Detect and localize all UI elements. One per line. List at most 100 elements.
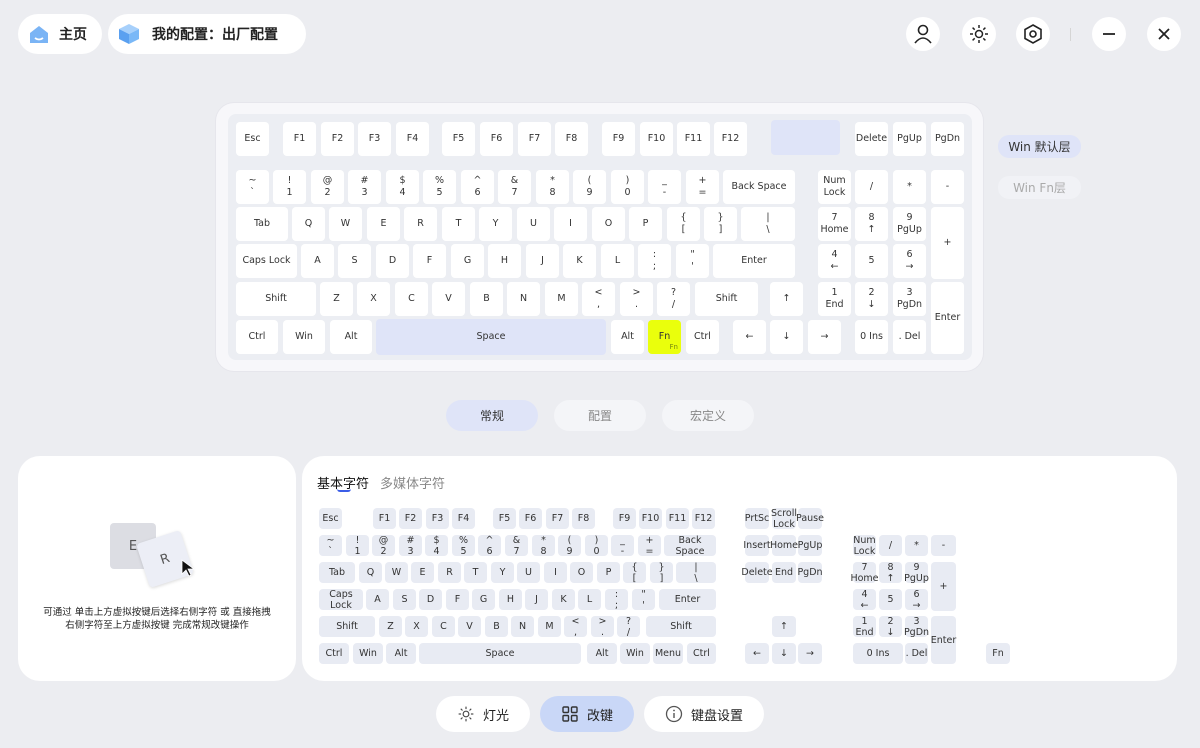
tab-media-chars[interactable]: 多媒体字符 — [380, 473, 445, 492]
b-lctrl[interactable]: Ctrl — [319, 643, 349, 664]
k-slash[interactable]: ? / — [657, 282, 690, 316]
k-np-slash[interactable]: / — [855, 170, 888, 204]
b-prtsc[interactable]: PrtSc — [745, 508, 769, 529]
k-k[interactable]: K — [563, 244, 596, 278]
k-lshift[interactable]: Shift — [236, 282, 316, 316]
b-a[interactable]: A — [366, 589, 389, 610]
k-rctrl[interactable]: Ctrl — [686, 320, 719, 354]
brightness-icon[interactable] — [962, 17, 996, 51]
b-f1[interactable]: F1 — [373, 508, 396, 529]
b-q[interactable]: Q — [359, 562, 382, 583]
layer-win-default[interactable]: Win 默认层 — [998, 135, 1081, 158]
k-np-enter[interactable]: Enter — [931, 282, 964, 354]
b-0[interactable]: ) 0 — [585, 535, 608, 557]
b-ralt[interactable]: Alt — [587, 643, 617, 664]
b-np1[interactable]: 1 End — [853, 616, 876, 638]
k-f1[interactable]: F1 — [283, 122, 316, 156]
k-numlock[interactable]: Num Lock — [818, 170, 851, 204]
b-9[interactable]: ( 9 — [558, 535, 581, 557]
b-f8[interactable]: F8 — [572, 508, 595, 529]
k-s[interactable]: S — [338, 244, 371, 278]
k-f8[interactable]: F8 — [555, 122, 588, 156]
b-up[interactable]: ↑ — [772, 616, 796, 637]
b-l[interactable]: L — [578, 589, 601, 610]
b-b[interactable]: B — [485, 616, 508, 637]
b-backslash[interactable]: | \ — [676, 562, 716, 584]
k-capslock[interactable]: Caps Lock — [236, 244, 297, 278]
b-np-enter[interactable]: Enter — [931, 616, 956, 664]
b-lbracket[interactable]: { [ — [623, 562, 646, 584]
b-pgdn[interactable]: PgDn — [797, 562, 823, 583]
b-pgup[interactable]: PgUp — [798, 535, 822, 556]
b-f12[interactable]: F12 — [692, 508, 715, 529]
b-np-slash[interactable]: / — [879, 535, 902, 556]
k-d[interactable]: D — [376, 244, 409, 278]
b-rwin[interactable]: Win — [620, 643, 650, 664]
b-home[interactable]: Home — [770, 535, 798, 556]
k-9[interactable]: ( 9 — [573, 170, 606, 204]
b-lalt[interactable]: Alt — [386, 643, 416, 664]
close-icon[interactable] — [1147, 17, 1181, 51]
home-button[interactable]: 主页 — [18, 14, 102, 54]
k-i[interactable]: I — [554, 207, 587, 241]
k-np4[interactable]: 4 ← — [818, 244, 851, 278]
k-f[interactable]: F — [413, 244, 446, 278]
b-rctrl[interactable]: Ctrl — [687, 643, 716, 664]
k-tilde[interactable]: ~ ` — [236, 170, 269, 204]
keyboard-settings-button[interactable]: 键盘设置 — [644, 696, 764, 732]
b-esc[interactable]: Esc — [319, 508, 342, 529]
b-8[interactable]: * 8 — [532, 535, 555, 557]
b-t[interactable]: T — [464, 562, 487, 583]
k-np5[interactable]: 5 — [855, 244, 888, 278]
b-rbracket[interactable]: } ] — [650, 562, 673, 584]
b-pause[interactable]: Pause — [796, 508, 824, 529]
k-f9[interactable]: F9 — [602, 122, 635, 156]
k-lalt[interactable]: Alt — [330, 320, 372, 354]
b-f6[interactable]: F6 — [519, 508, 542, 529]
k-np3[interactable]: 3 PgDn — [893, 282, 926, 316]
k-f4[interactable]: F4 — [396, 122, 429, 156]
b-1[interactable]: ! 1 — [346, 535, 369, 557]
b-y[interactable]: Y — [491, 562, 514, 583]
k-g[interactable]: G — [451, 244, 484, 278]
tab-config[interactable]: 配置 — [554, 400, 646, 431]
b-delete[interactable]: Delete — [741, 562, 773, 583]
b-f[interactable]: F — [446, 589, 469, 610]
b-np-minus[interactable]: - — [931, 535, 956, 556]
k-0[interactable]: ) 0 — [611, 170, 644, 204]
b-space[interactable]: Space — [419, 643, 581, 664]
k-np8[interactable]: 8 ↑ — [855, 207, 888, 241]
k-2[interactable]: @ 2 — [311, 170, 344, 204]
b-2[interactable]: @ 2 — [372, 535, 395, 557]
settings-hex-icon[interactable] — [1016, 17, 1050, 51]
k-7[interactable]: & 7 — [498, 170, 531, 204]
k-1[interactable]: ! 1 — [273, 170, 306, 204]
minimize-icon[interactable] — [1092, 17, 1126, 51]
b-u[interactable]: U — [517, 562, 540, 583]
b-np6[interactable]: 6 → — [905, 589, 928, 611]
layer-win-fn[interactable]: Win Fn层 — [998, 176, 1081, 199]
b-g[interactable]: G — [472, 589, 495, 610]
k-z[interactable]: Z — [320, 282, 353, 316]
b-capslock[interactable]: Caps Lock — [319, 589, 363, 611]
b-c[interactable]: C — [432, 616, 455, 637]
b-rshift[interactable]: Shift — [646, 616, 716, 637]
b-np-plus[interactable]: + — [931, 562, 956, 611]
b-numlock[interactable]: Num Lock — [853, 535, 876, 557]
k-t[interactable]: T — [442, 207, 475, 241]
k-4[interactable]: $ 4 — [386, 170, 419, 204]
k-down[interactable]: ↓ — [770, 320, 803, 354]
b-v[interactable]: V — [458, 616, 481, 637]
b-np7[interactable]: 7 Home — [850, 562, 878, 584]
b-np5[interactable]: 5 — [879, 589, 902, 610]
k-np0[interactable]: 0 Ins — [855, 320, 888, 354]
b-menu[interactable]: Menu — [653, 643, 683, 664]
k-np-star[interactable]: * — [893, 170, 926, 204]
tab-macro[interactable]: 宏定义 — [662, 400, 754, 431]
b-d[interactable]: D — [419, 589, 442, 610]
b-k[interactable]: K — [552, 589, 575, 610]
k-up[interactable]: ↑ — [770, 282, 803, 316]
k-np2[interactable]: 2 ↓ — [855, 282, 888, 316]
k-w[interactable]: W — [329, 207, 362, 241]
b-np4[interactable]: 4 ← — [853, 589, 876, 611]
